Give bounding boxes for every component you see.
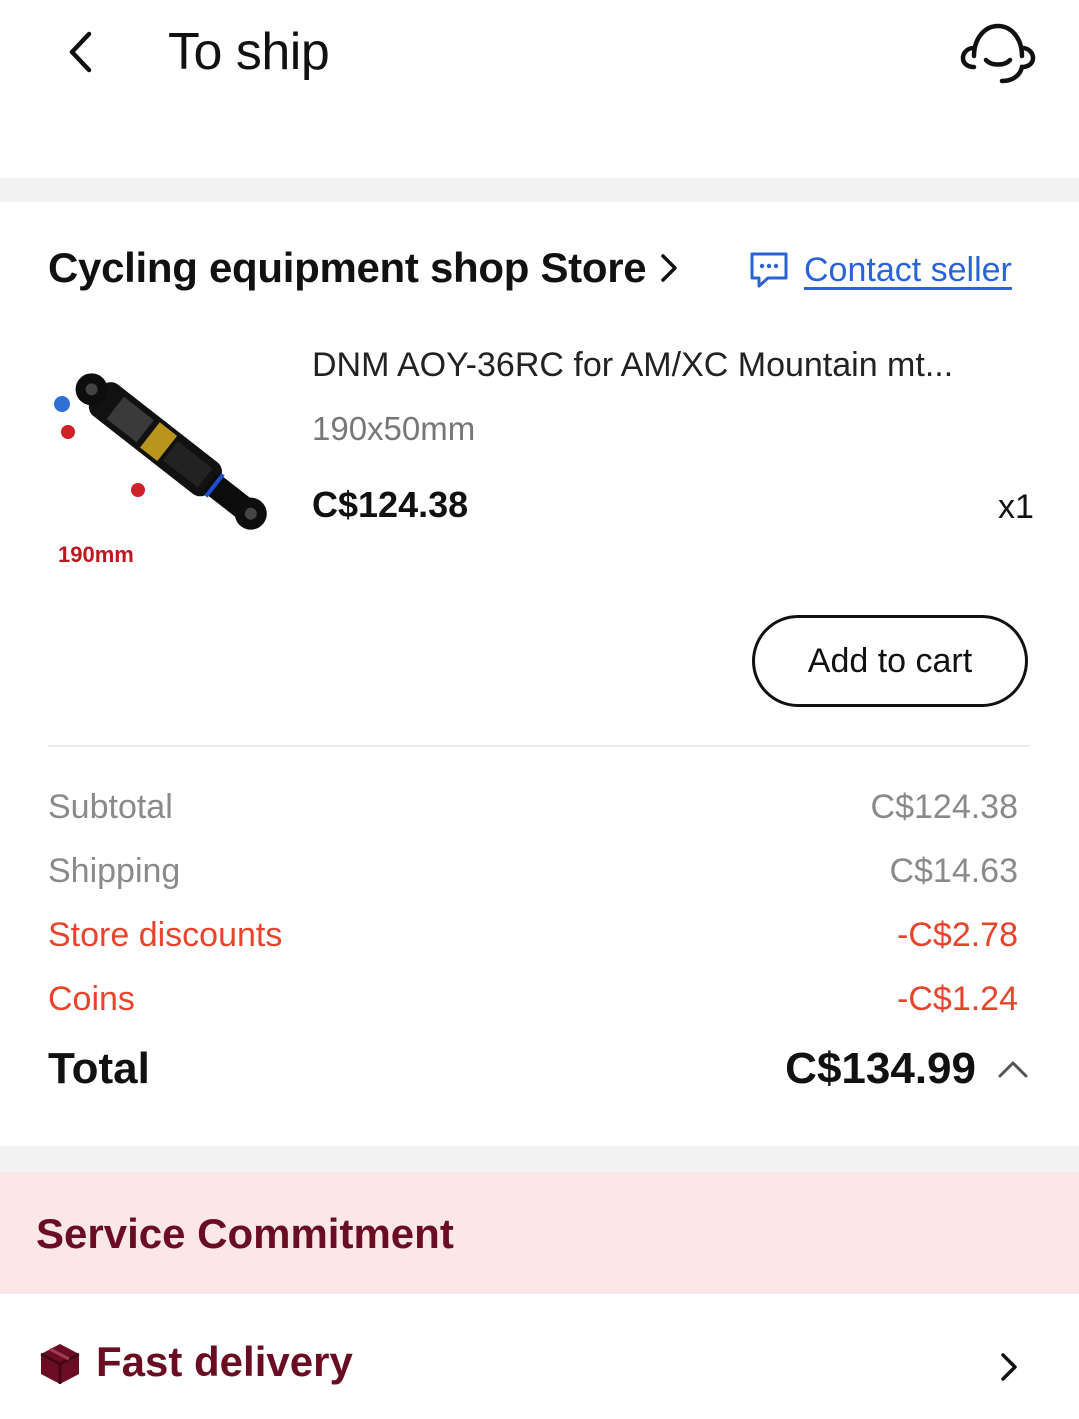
package-box-icon: [40, 1344, 80, 1384]
chevron-left-icon: [69, 31, 92, 73]
chevron-right-icon: [661, 254, 678, 282]
headset-icon: [960, 23, 1036, 84]
product-title[interactable]: DNM AOY-36RC for AM/XC Mountain mt...: [312, 346, 953, 385]
add-to-cart-button[interactable]: Add to cart: [752, 615, 1028, 707]
contact-seller-button[interactable]: Contact seller: [748, 250, 1012, 290]
summary-label: Store discounts: [48, 916, 283, 954]
chat-bubble-icon: [750, 252, 788, 288]
product-price: C$124.38: [312, 484, 469, 525]
summary-value: -C$2.78: [897, 916, 1018, 954]
summary-label: Subtotal: [48, 788, 173, 826]
summary-row-subtotal: Subtotal C$124.38: [48, 788, 1018, 827]
total-label: Total: [48, 1044, 150, 1093]
total-value: C$134.99: [785, 1044, 976, 1093]
total-toggle[interactable]: C$134.99: [785, 1044, 1030, 1094]
fast-delivery-item[interactable]: Fast delivery: [0, 1294, 1079, 1419]
store-link[interactable]: Cycling equipment shop Store: [48, 244, 682, 292]
summary-row-store-discounts: Store discounts -C$2.78: [48, 916, 1018, 955]
summary-row-shipping: Shipping C$14.63: [48, 852, 1018, 891]
summary-value: -C$1.24: [897, 980, 1018, 1018]
section-spacer: [0, 178, 1079, 202]
service-commitment-banner: Service Commitment: [0, 1172, 1079, 1294]
product-image-caption: 190mm: [58, 542, 134, 567]
back-button[interactable]: [58, 28, 106, 76]
service-commitment-title: Service Commitment: [36, 1210, 454, 1257]
chevron-up-icon: [998, 1061, 1028, 1078]
product-quantity: x1: [998, 488, 1034, 526]
summary-label: Shipping: [48, 852, 181, 890]
page-title: To ship: [168, 23, 330, 81]
customer-support-button[interactable]: [958, 18, 1038, 88]
summary-value: C$14.63: [889, 852, 1018, 890]
contact-seller-label: Contact seller: [804, 250, 1012, 289]
summary-row-total[interactable]: Total C$134.99: [48, 1044, 1030, 1094]
top-bar: To ship: [0, 0, 1079, 178]
summary-row-coins: Coins -C$1.24: [48, 980, 1018, 1019]
divider: [48, 745, 1030, 747]
fast-delivery-label: Fast delivery: [96, 1338, 353, 1385]
store-name: Cycling equipment shop Store: [48, 244, 647, 291]
summary-label: Coins: [48, 980, 135, 1018]
chevron-right-icon: [1001, 1353, 1017, 1381]
section-spacer: [0, 1146, 1079, 1172]
product-variant: 190x50mm: [312, 410, 476, 447]
summary-value: C$124.38: [870, 788, 1018, 826]
